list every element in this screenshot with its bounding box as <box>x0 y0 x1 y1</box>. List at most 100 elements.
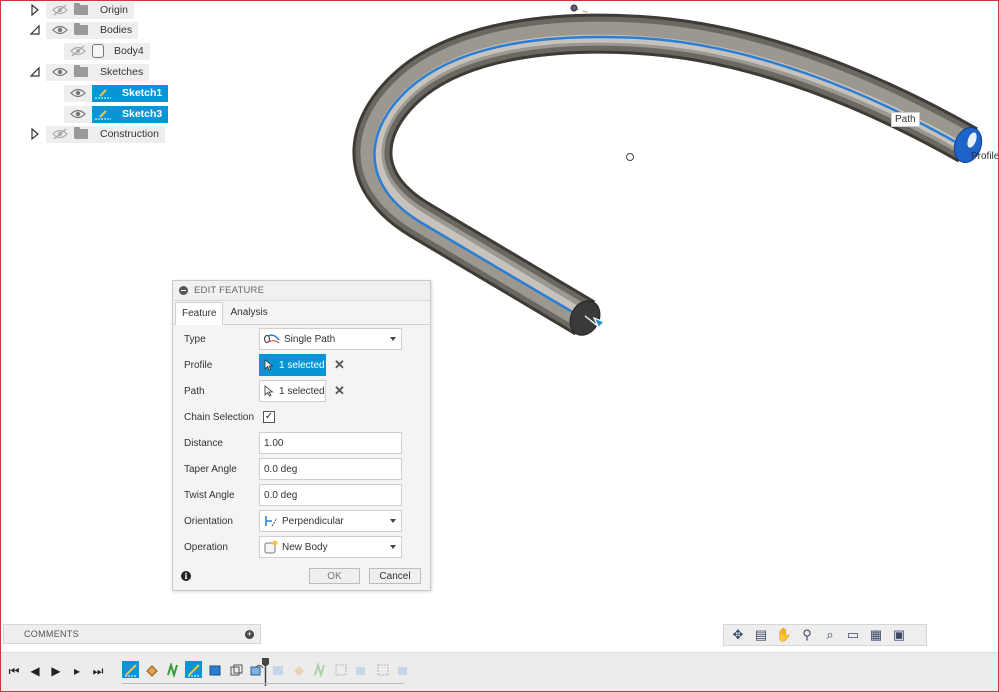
look-at-icon[interactable]: ▤ <box>751 627 771 643</box>
timeline: ⏮ ◀ ▶ ▸ ⏭ <box>0 652 999 692</box>
twist-angle-row: Twist Angle 0.0 deg <box>173 484 430 506</box>
dialog-header[interactable]: EDIT FEATURE <box>173 281 430 301</box>
timeline-feature-icon[interactable] <box>332 661 349 678</box>
timeline-marker-icon[interactable] <box>262 658 269 686</box>
chain-selection-label: Chain Selection <box>184 411 255 423</box>
clear-path-icon[interactable]: ✕ <box>334 383 345 399</box>
navigation-toolbar: ✥ ▤ ✋ ⚲ ⌕ ▭ ▦ ▣ <box>723 624 927 646</box>
comments-panel[interactable]: COMMENTS + <box>3 624 261 644</box>
eye-icon[interactable] <box>52 24 68 36</box>
collapse-icon[interactable] <box>179 286 188 295</box>
clear-profile-icon[interactable]: ✕ <box>334 357 345 373</box>
browser-label: Body4 <box>114 45 144 57</box>
origin-point <box>626 153 634 161</box>
eye-hidden-icon[interactable] <box>52 4 68 16</box>
orbit-icon[interactable]: ✥ <box>728 627 748 643</box>
eye-icon[interactable] <box>70 108 86 120</box>
type-value: Single Path <box>284 333 336 345</box>
timeline-feature-icon[interactable] <box>311 661 328 678</box>
sketch-point <box>570 4 578 12</box>
distance-row: Distance 1.00 <box>173 432 430 454</box>
pan-icon[interactable]: ✋ <box>774 627 794 643</box>
browser-label: Sketch3 <box>122 108 163 120</box>
expand-triangle-icon[interactable] <box>28 127 42 141</box>
go-to-start-icon[interactable]: ⏮ <box>6 663 22 679</box>
orientation-row: Orientation Perpendicular <box>173 510 430 532</box>
eye-icon[interactable] <box>52 66 68 78</box>
step-back-icon[interactable]: ◀ <box>27 663 43 679</box>
orientation-dropdown[interactable]: Perpendicular <box>259 510 402 532</box>
chevron-down-icon <box>390 545 396 549</box>
type-row: Type Single Path <box>173 328 430 350</box>
chain-selection-row: Chain Selection ✓ <box>173 406 430 428</box>
viewports-icon[interactable]: ▣ <box>889 627 909 643</box>
chain-selection-checkbox[interactable]: ✓ <box>263 411 275 423</box>
timeline-feature-icon[interactable] <box>395 661 412 678</box>
tab-feature[interactable]: Feature <box>175 302 224 325</box>
zoom-icon[interactable]: ⚲ <box>797 627 817 643</box>
timeline-feature-icon[interactable] <box>164 661 181 678</box>
timeline-body-icon[interactable] <box>206 661 223 678</box>
operation-dropdown[interactable]: New Body <box>259 536 402 558</box>
expand-triangle-icon[interactable] <box>28 3 42 17</box>
browser-label: Sketches <box>100 66 144 78</box>
timeline-feature-icon[interactable] <box>374 661 391 678</box>
browser-label: Origin <box>100 4 129 16</box>
browser-item-sketches[interactable]: Sketches <box>28 63 150 81</box>
path-row: Path 1 selected ✕ <box>173 380 430 402</box>
path-tag: Path <box>891 112 920 127</box>
taper-angle-input[interactable]: 0.0 deg <box>259 458 402 480</box>
cancel-button[interactable]: Cancel <box>369 568 421 584</box>
browser-item-sketch1[interactable]: Sketch1 <box>64 84 169 102</box>
display-settings-icon[interactable]: ▭ <box>843 627 863 643</box>
collapse-triangle-icon[interactable] <box>28 23 42 37</box>
timeline-feature-icon[interactable] <box>290 661 307 678</box>
chevron-down-icon <box>390 337 396 341</box>
eye-hidden-icon[interactable] <box>52 128 68 140</box>
path-select-button[interactable]: 1 selected <box>259 380 326 402</box>
timeline-track <box>122 683 404 684</box>
ok-button[interactable]: OK <box>309 568 360 584</box>
eye-icon[interactable] <box>70 87 86 99</box>
orientation-label: Orientation <box>184 515 233 527</box>
single-path-icon <box>264 334 280 344</box>
fit-icon[interactable]: ⌕ <box>820 627 840 643</box>
timeline-sketch-icon[interactable] <box>122 661 139 678</box>
perpendicular-icon <box>265 516 278 527</box>
twist-angle-input[interactable]: 0.0 deg <box>259 484 402 506</box>
distance-input[interactable]: 1.00 <box>259 432 402 454</box>
browser-item-sketch3[interactable]: Sketch3 <box>64 105 169 123</box>
play-icon[interactable]: ▶ <box>48 663 64 679</box>
dialog-tabs: Feature Analysis <box>173 301 430 325</box>
eye-hidden-icon[interactable] <box>70 45 86 57</box>
timeline-feature-icon[interactable] <box>143 661 160 678</box>
profile-select-button[interactable]: 1 selected <box>259 354 326 376</box>
path-label: Path <box>184 385 205 397</box>
swept-tube-body <box>352 13 978 336</box>
operation-row: Operation New Body <box>173 536 430 558</box>
timeline-feature-icon[interactable] <box>227 661 244 678</box>
body-icon <box>92 44 104 58</box>
grid-icon[interactable]: ▦ <box>866 627 886 643</box>
collapse-triangle-icon[interactable] <box>28 65 42 79</box>
browser-item-body4[interactable]: Body4 <box>64 42 150 60</box>
add-comment-icon[interactable]: + <box>245 630 254 639</box>
go-to-end-icon[interactable]: ⏭ <box>90 663 106 679</box>
new-body-icon <box>264 540 278 554</box>
taper-angle-label: Taper Angle <box>184 463 237 475</box>
timeline-feature-icon[interactable] <box>269 661 286 678</box>
type-label: Type <box>184 333 206 345</box>
browser-item-construction[interactable]: Construction <box>28 125 165 143</box>
browser-item-bodies[interactable]: Bodies <box>28 21 139 39</box>
browser-label: Construction <box>100 128 159 140</box>
info-icon[interactable]: i <box>181 571 191 581</box>
folder-icon <box>74 65 88 77</box>
step-forward-icon[interactable]: ▸ <box>69 663 85 679</box>
browser-item-origin[interactable]: Origin <box>28 1 135 19</box>
timeline-feature-icon[interactable] <box>353 661 370 678</box>
timeline-sketch-icon[interactable] <box>185 661 202 678</box>
cursor-arrow-icon <box>264 385 274 397</box>
type-dropdown[interactable]: Single Path <box>259 328 402 350</box>
sketch-icon <box>95 110 111 120</box>
tab-analysis[interactable]: Analysis <box>223 301 274 324</box>
